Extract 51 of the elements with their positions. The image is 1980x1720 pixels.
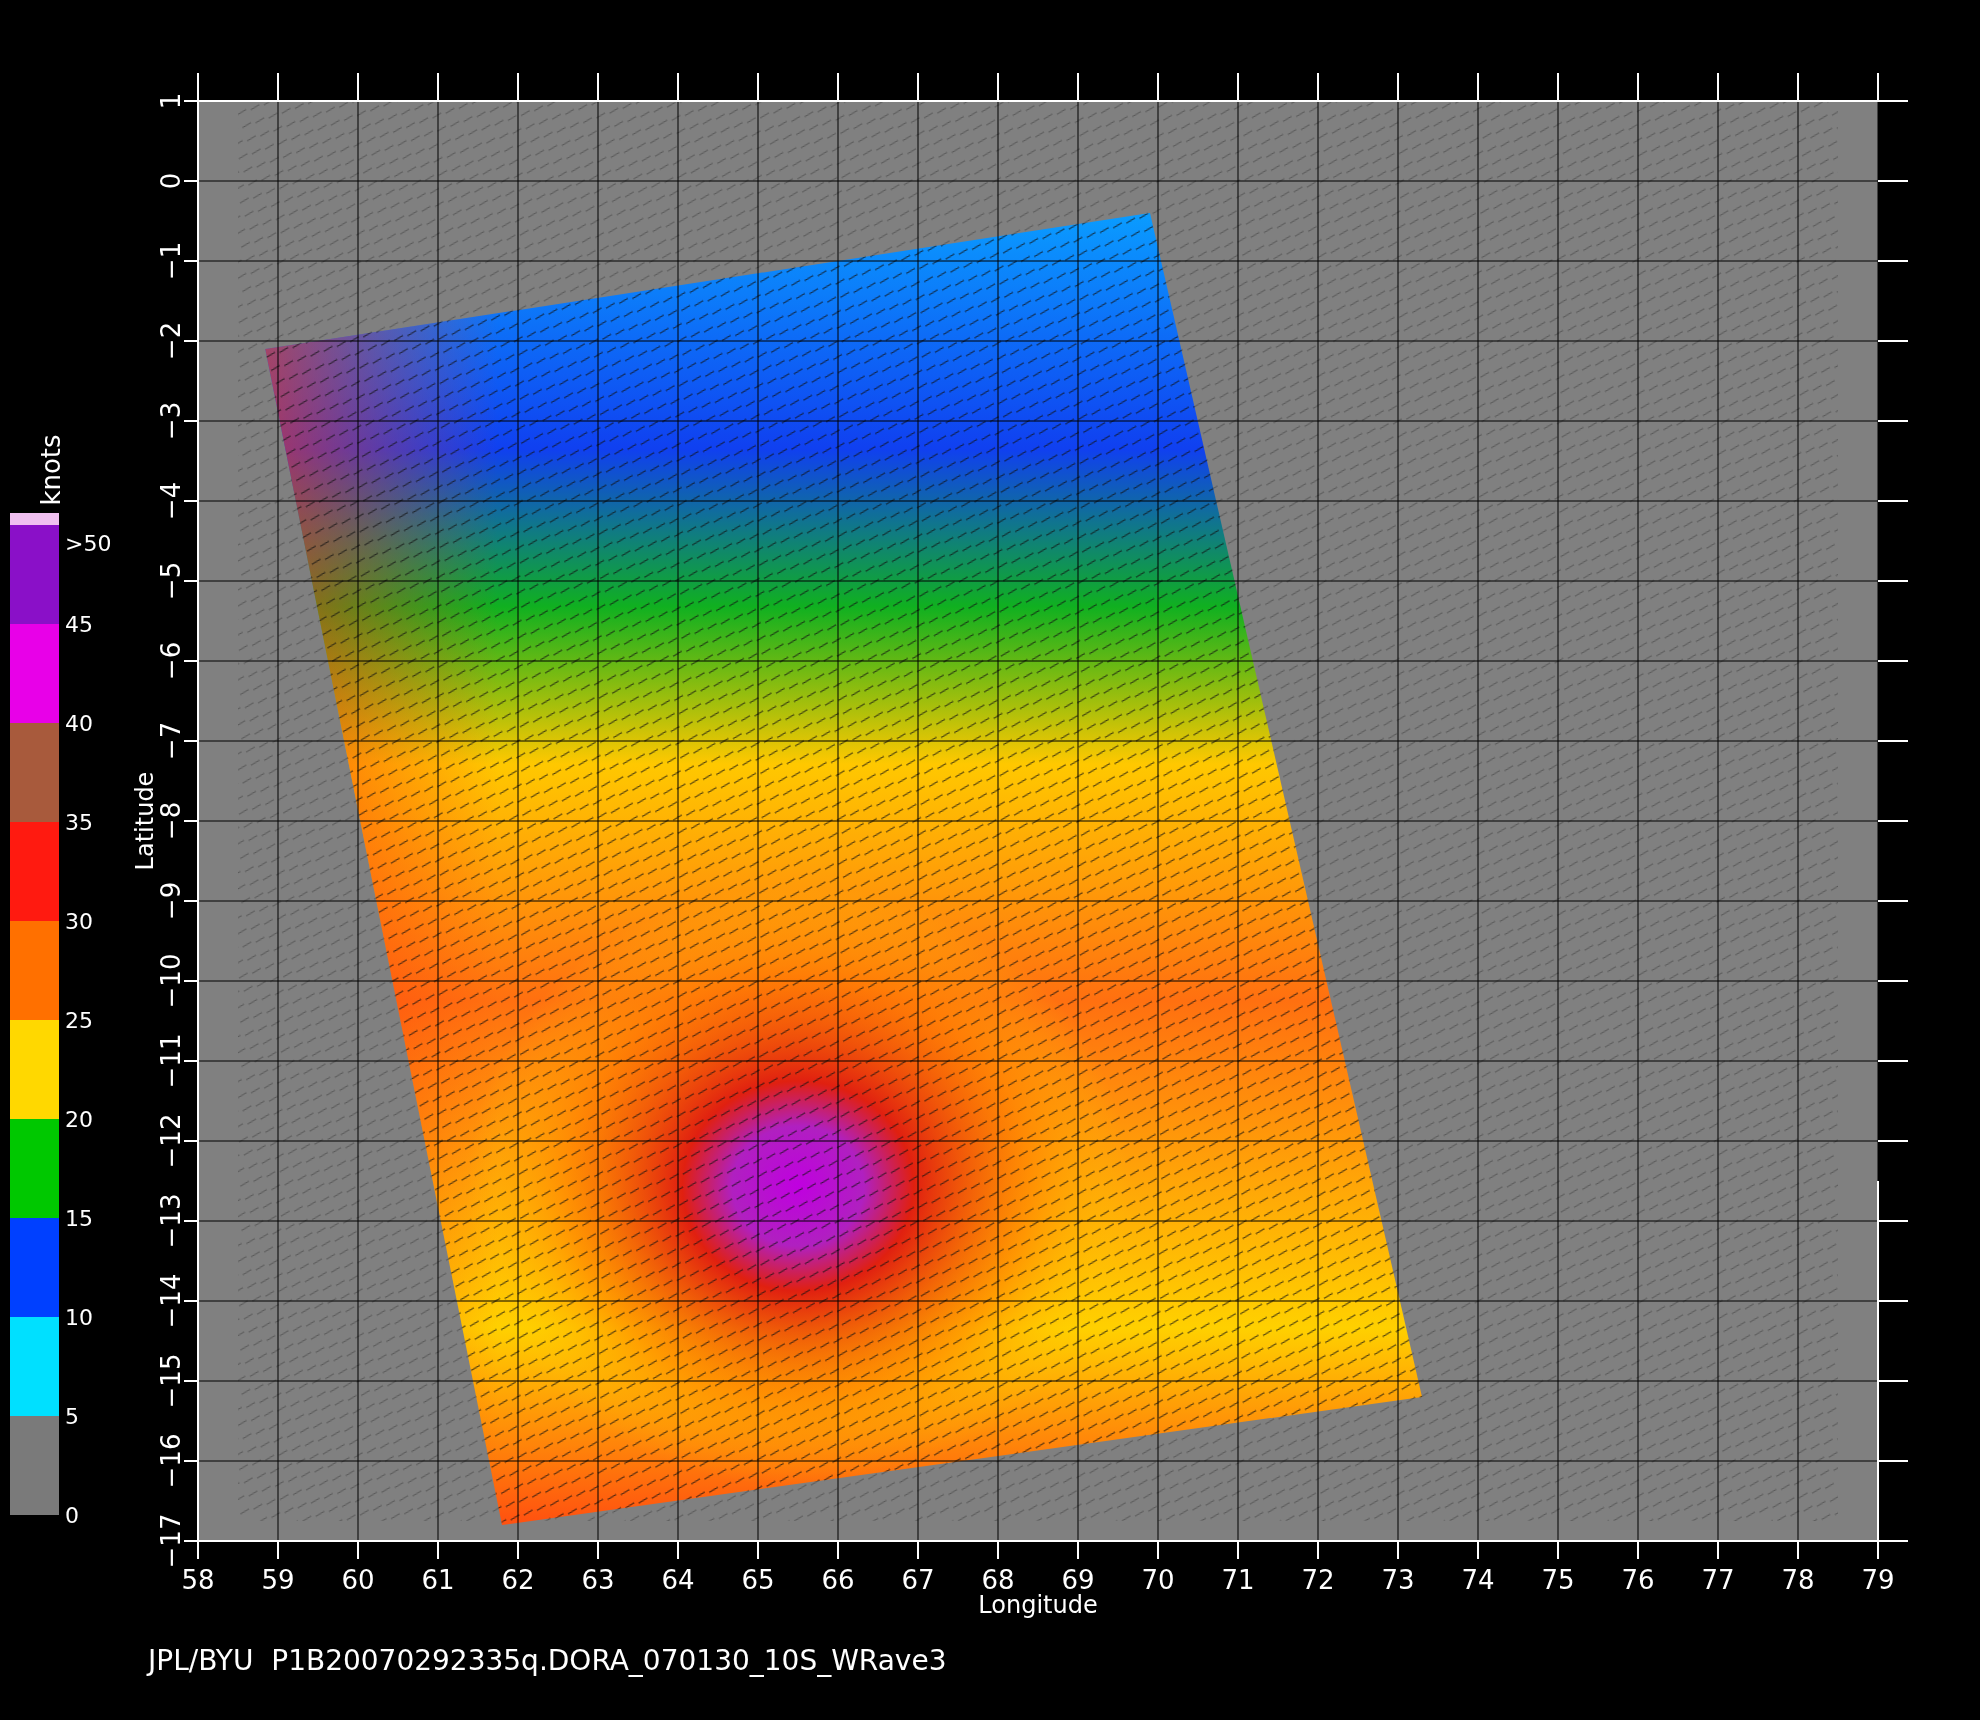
latitude-tick-label: −7: [156, 721, 186, 761]
longitude-tick-label: 74: [1461, 1565, 1495, 1595]
longitude-tick-label: 70: [1141, 1565, 1175, 1595]
figure-caption: JPL/BYU P1B20070292335q.DORA_070130_10S_WRave3: [148, 1644, 947, 1677]
longitude-tick-label: 67: [901, 1565, 935, 1595]
latitude-tick-label: −13: [156, 1193, 186, 1249]
latitude-tick-label: −12: [156, 1113, 186, 1169]
colorbar-label: 35: [65, 810, 93, 835]
colorbar-label: 45: [65, 612, 93, 637]
latitude-tick-label: −2: [156, 321, 186, 361]
latitude-tick-label: −3: [156, 401, 186, 441]
colorbar-label: 25: [65, 1008, 93, 1033]
longitude-tick-label: 79: [1861, 1565, 1895, 1595]
latitude-tick-label: −14: [156, 1273, 186, 1329]
longitude-tick-label: 64: [661, 1565, 695, 1595]
longitude-tick-label: 76: [1621, 1565, 1655, 1595]
colorbar-label: 5: [65, 1404, 79, 1429]
legend-unit: knots: [36, 434, 66, 506]
colorbar-label: 0: [65, 1503, 79, 1528]
latitude-tick-label: −4: [156, 481, 186, 521]
longitude-tick-label: 60: [341, 1565, 375, 1595]
longitude-tick-label: 77: [1701, 1565, 1735, 1595]
colorbar-label: 15: [65, 1206, 93, 1231]
latitude-tick-label: −10: [156, 953, 186, 1009]
latitude-tick-label: −11: [156, 1033, 186, 1089]
longitude-tick-label: 71: [1221, 1565, 1255, 1595]
latitude-tick-label: 1: [156, 92, 186, 110]
longitude-tick-label: 62: [501, 1565, 535, 1595]
longitude-tick-label: 63: [581, 1565, 615, 1595]
longitude-tick-label: 59: [261, 1565, 295, 1595]
latitude-tick-label: −1: [156, 241, 186, 281]
latitude-tick-label: −9: [156, 881, 186, 921]
colorbar-label: 40: [65, 711, 93, 736]
longitude-tick-label: 75: [1541, 1565, 1575, 1595]
latitude-tick-label: −5: [156, 561, 186, 601]
y-axis-title: Latitude: [131, 771, 159, 871]
colorbar-label: 20: [65, 1107, 93, 1132]
longitude-tick-label: 73: [1381, 1565, 1415, 1595]
latitude-tick-label: −6: [156, 641, 186, 681]
longitude-tick-label: 72: [1301, 1565, 1335, 1595]
longitude-tick-label: 66: [821, 1565, 855, 1595]
latitude-tick-label: −8: [156, 801, 186, 841]
latitude-tick-label: −15: [156, 1353, 186, 1409]
latitude-tick-label: −16: [156, 1433, 186, 1489]
colorbar-label: 10: [65, 1305, 93, 1330]
colorbar-label: >50: [65, 531, 112, 556]
colorbar-label: 30: [65, 909, 93, 934]
longitude-tick-label: 78: [1781, 1565, 1815, 1595]
longitude-tick-label: 65: [741, 1565, 775, 1595]
latitude-tick-label: 0: [156, 172, 186, 190]
longitude-tick-label: 61: [421, 1565, 455, 1595]
